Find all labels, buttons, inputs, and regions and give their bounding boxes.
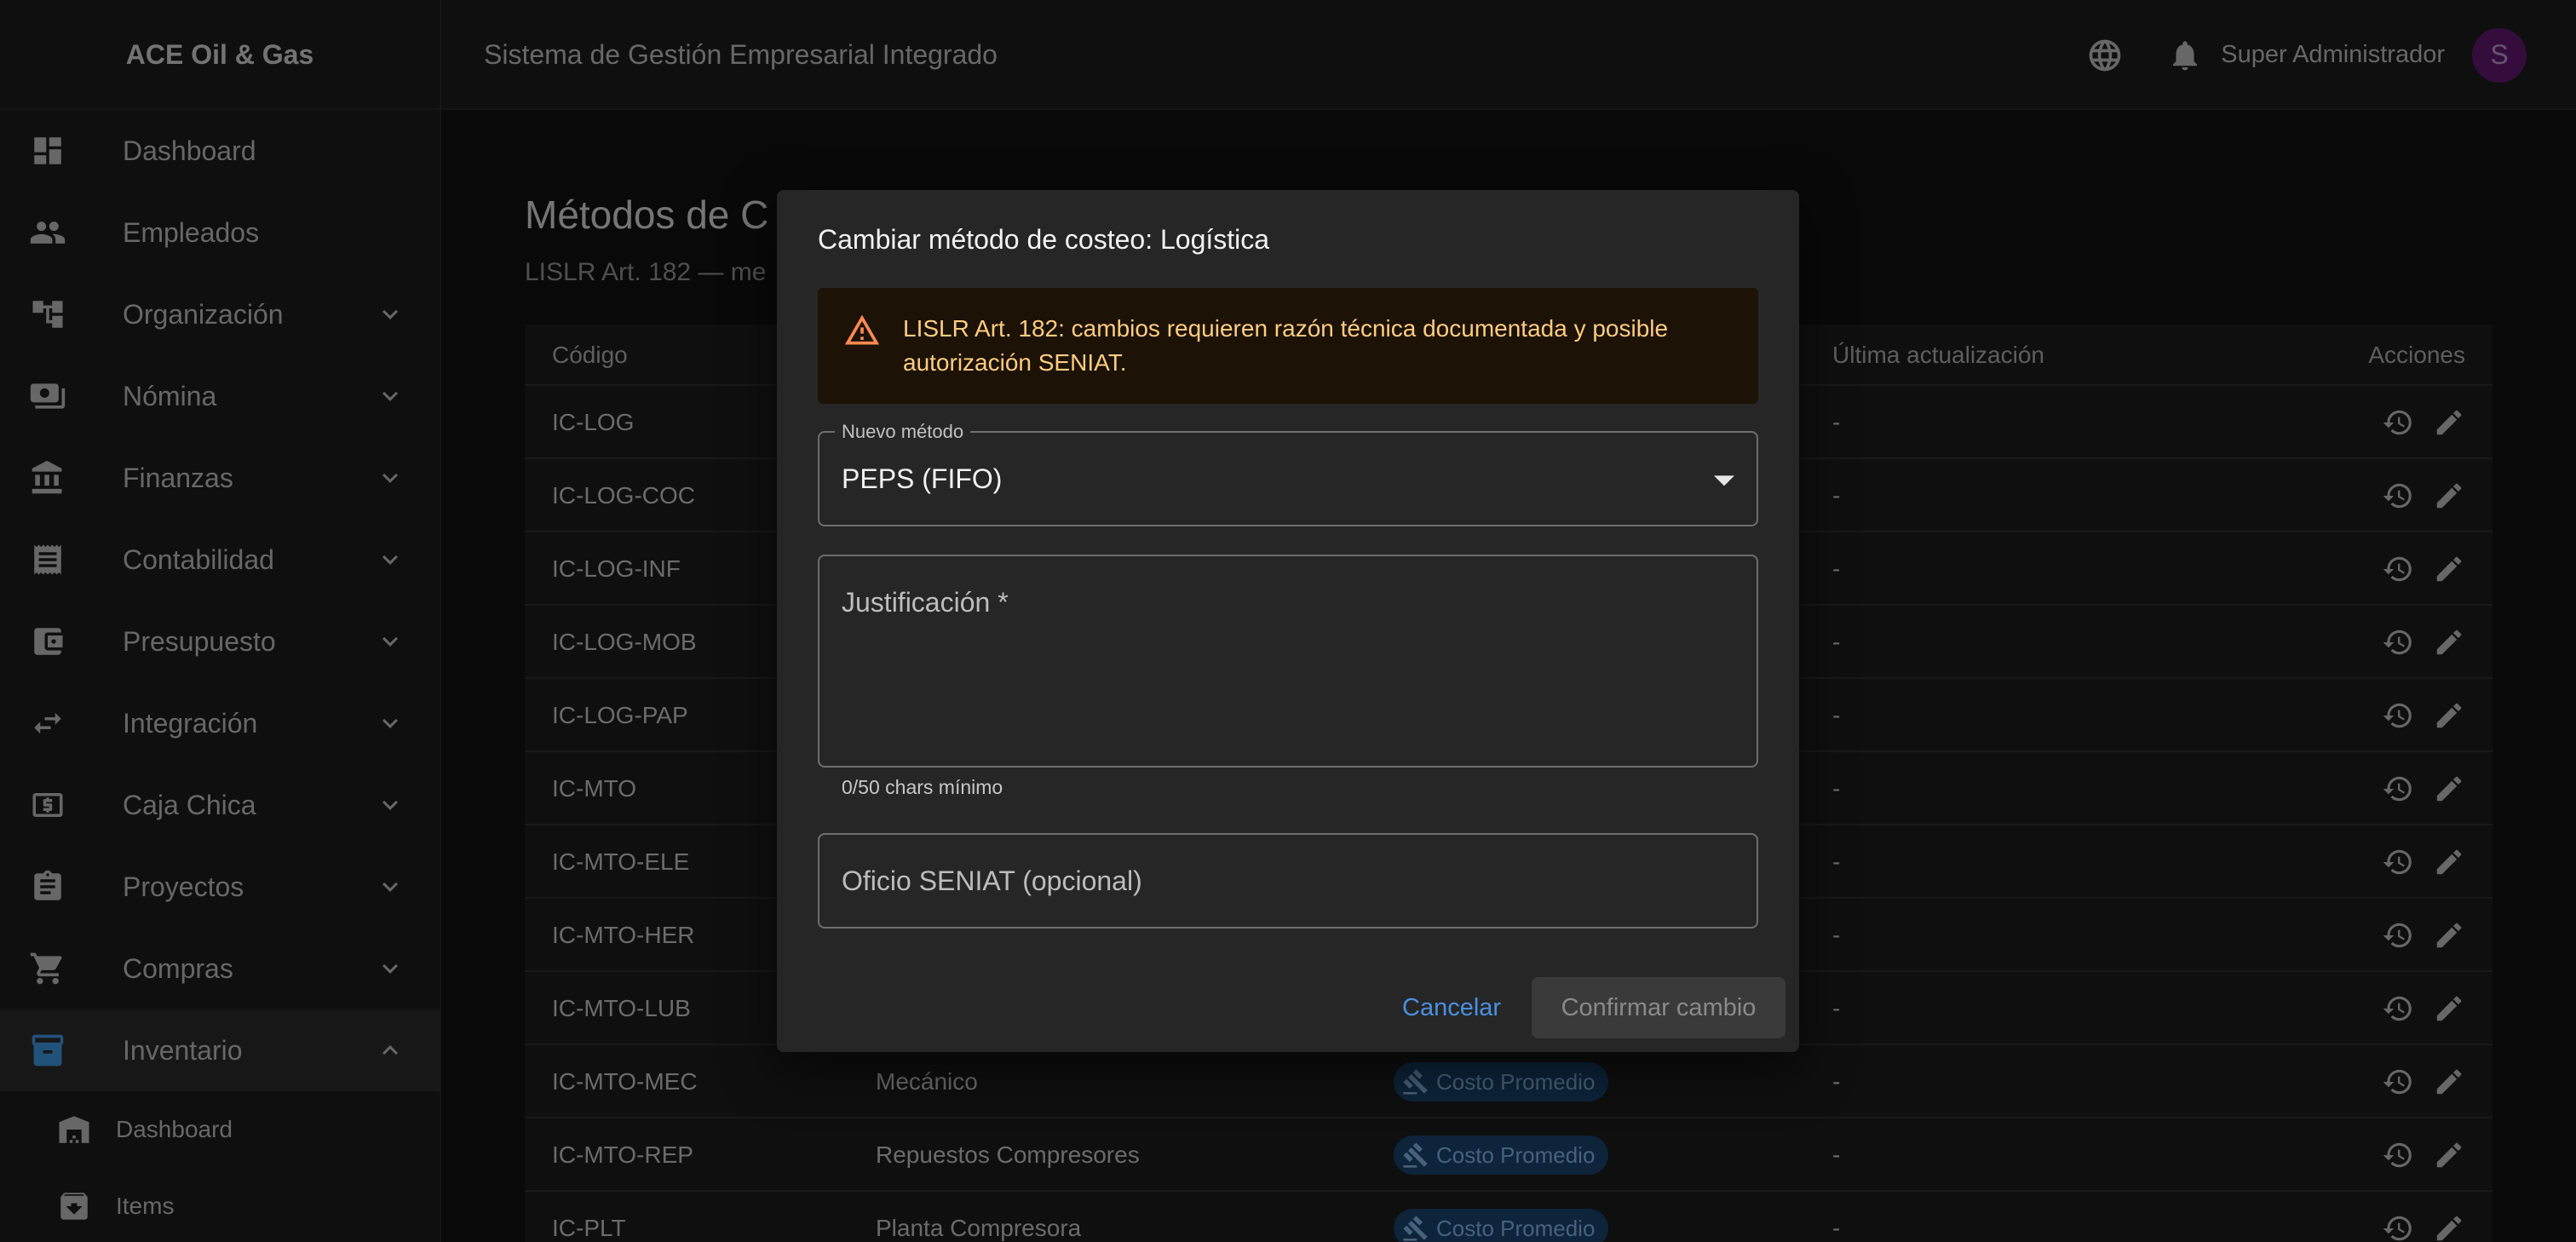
- confirm-change-button[interactable]: Confirmar cambio: [1532, 977, 1785, 1038]
- new-method-value: PEPS (FIFO): [842, 463, 1003, 494]
- dialog-title: Cambiar método de costeo: Logística: [818, 224, 1270, 255]
- dropdown-arrow-icon: [1714, 475, 1734, 486]
- oficio-seniat-field[interactable]: Oficio SENIAT (opcional): [818, 833, 1758, 929]
- cancel-button[interactable]: Cancelar: [1392, 977, 1511, 1038]
- justification-placeholder: Justificación *: [842, 587, 1009, 618]
- warning-alert: LISLR Art. 182: cambios requieren razón …: [818, 288, 1758, 404]
- change-costing-method-dialog: Cambiar método de costeo: Logística LISL…: [777, 190, 1799, 1052]
- justification-field[interactable]: Justificación *: [818, 555, 1758, 768]
- warning-text: LISLR Art. 182: cambios requieren razón …: [903, 315, 1669, 376]
- justification-helper-text: 0/50 chars mínimo: [842, 776, 1003, 798]
- new-method-label: Nuevo método: [835, 421, 971, 443]
- warning-icon: [844, 314, 880, 345]
- oficio-seniat-placeholder: Oficio SENIAT (opcional): [842, 865, 1142, 896]
- new-method-select[interactable]: Nuevo método PEPS (FIFO): [818, 421, 1758, 526]
